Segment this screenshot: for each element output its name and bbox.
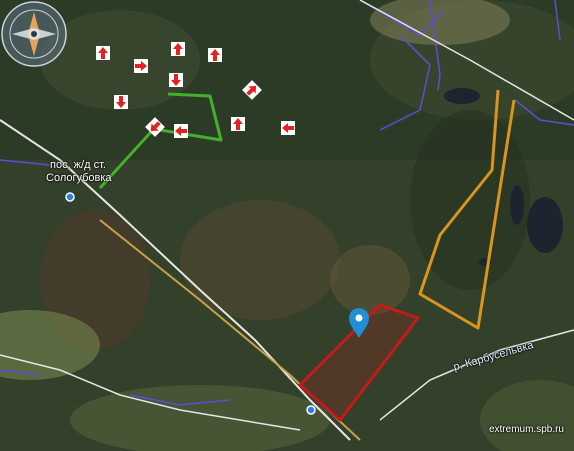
direction-arrow-icon — [171, 42, 185, 56]
direction-arrow-icon — [96, 46, 110, 60]
compass-logo-icon — [1, 1, 67, 67]
satellite-map[interactable]: пос. ж/д ст. Сологубовка р. Карбусельвка… — [0, 0, 574, 451]
direction-arrow-icon — [114, 95, 128, 109]
settlement-label: Сологубовка — [46, 172, 112, 184]
direction-arrow-icon — [169, 73, 183, 87]
station-dot-icon[interactable] — [306, 405, 316, 415]
settlement-label: пос. ж/д ст. — [50, 159, 106, 171]
station-dot-icon[interactable] — [65, 192, 75, 202]
direction-arrow-icon — [174, 124, 188, 138]
lake — [527, 197, 563, 253]
clearing-patch — [180, 200, 340, 320]
direction-arrow-icon — [134, 59, 148, 73]
lake — [444, 88, 480, 104]
direction-arrow-icon — [281, 121, 295, 135]
direction-arrow-icon — [208, 48, 222, 62]
clearing-patch — [330, 245, 410, 315]
credit-text: extremum.spb.ru — [488, 424, 564, 435]
lake — [510, 185, 524, 225]
direction-arrow-icon — [231, 117, 245, 131]
map-canvas — [0, 0, 574, 451]
